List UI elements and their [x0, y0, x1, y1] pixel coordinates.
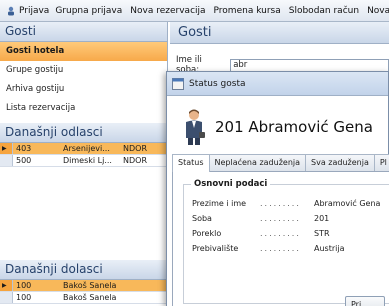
code-cell	[120, 292, 168, 303]
field-label: Prebivalište	[192, 244, 239, 253]
nav-item-lista-rezervacija[interactable]: Lista rezervacija	[0, 99, 167, 118]
group-title: Osnovni podaci	[191, 179, 271, 189]
promena-kursa-label: Promena kursa	[213, 5, 281, 16]
room-cell: 100	[16, 281, 32, 290]
osnovni-podaci-group: Osnovni podaci Prezime i ime ......... A…	[183, 179, 389, 304]
print-button[interactable]: Pri	[345, 296, 385, 306]
nova-label: Nova	[367, 5, 389, 16]
code-cell	[120, 280, 168, 291]
field-row-soba: Soba ......... 201	[192, 214, 329, 223]
nav-item-gosti-hotela[interactable]: Gosti hotela	[0, 42, 167, 61]
tab-neplacena-zaduzenja[interactable]: Neplaćena zaduženja	[208, 154, 307, 171]
gosti-section-header: Gosti	[0, 22, 167, 42]
name-cell: Bakoš Sanela	[63, 293, 117, 302]
field-row-prebivaliste: Prebivalište ......... Austrija	[192, 244, 344, 253]
table-row[interactable]: ▶ 100 Bakoš Sanela	[0, 280, 168, 292]
promena-kursa-button[interactable]: Promena kursa	[211, 2, 284, 20]
slobodan-racun-button[interactable]: Slobodan račun	[286, 2, 362, 20]
room-cell: 100	[16, 293, 32, 302]
name-cell: Bakoš Sanela	[63, 281, 117, 290]
field-value: Austrija	[314, 244, 345, 253]
table-row[interactable]: ▶ 403 Arsenijevi... NDOR	[0, 143, 168, 155]
dialog-title: Status gosta	[189, 78, 246, 89]
prijava-label: Prijava	[19, 5, 50, 16]
left-panel: Gosti Gosti hotela Grupe gostiju Arhiva …	[0, 22, 168, 306]
tab-placanja[interactable]: Pl	[373, 154, 389, 171]
guest-header: 201 Abramović Gena	[181, 108, 373, 146]
nav-item-grupe-gostiju[interactable]: Grupe gostiju	[0, 61, 167, 80]
field-label: Soba	[192, 214, 212, 223]
field-label: Poreklo	[192, 229, 222, 238]
nova-button[interactable]: Nova	[364, 2, 389, 20]
field-value: Abramović Gena	[314, 199, 381, 208]
field-value: STR	[314, 229, 330, 238]
code-cell: NDOR	[123, 144, 147, 153]
tab-status[interactable]: Status	[172, 154, 210, 173]
odlasci-empty-area	[0, 167, 167, 260]
dolasci-section-header: Današnji dolasci	[0, 260, 167, 280]
field-row-poreklo: Poreklo ......... STR	[192, 229, 330, 238]
dialog-body: 201 Abramović Gena Status Neplaćena zadu…	[167, 96, 389, 306]
dot-leader: .........	[260, 199, 301, 208]
slobodan-racun-label: Slobodan račun	[288, 5, 360, 16]
field-row-prezime: Prezime i ime ......... Abramović Gena	[192, 199, 380, 208]
field-value: 201	[314, 214, 330, 223]
odlasci-section-header: Današnji odlasci	[0, 123, 167, 143]
dialog-titlebar[interactable]: Status gosta	[167, 72, 388, 96]
guest-title: 201 Abramović Gena	[215, 118, 373, 136]
search-input[interactable]: abr	[230, 58, 389, 72]
room-cell: 500	[16, 156, 32, 165]
main-toolbar: Prijava Grupna prijava Nova rezervacija …	[0, 0, 389, 22]
status-gosta-dialog: Status gosta 201 Abramović Gena Status N…	[166, 71, 389, 306]
prijava-button[interactable]: Prijava	[3, 2, 52, 20]
row-header-cell	[0, 155, 13, 166]
name-cell: Arsenijevi...	[63, 144, 110, 153]
nova-rezervacija-button[interactable]: Nova rezervacija	[127, 2, 208, 20]
field-label: Prezime i ime	[192, 199, 247, 208]
dolasci-grid: ▶ 100 Bakoš Sanela 100 Bakoš Sanela	[0, 280, 168, 304]
name-cell: Dimeski Lj...	[63, 156, 112, 165]
nova-rezervacija-label: Nova rezervacija	[130, 5, 206, 16]
dot-leader: .........	[260, 214, 301, 223]
tab-sva-zaduzenja[interactable]: Sva zaduženja	[305, 154, 375, 171]
room-cell: 403	[16, 144, 32, 153]
table-row[interactable]: 100 Bakoš Sanela	[0, 292, 168, 304]
row-header-cell	[0, 292, 13, 303]
code-cell: NDOR	[123, 156, 147, 165]
dot-leader: .........	[260, 229, 301, 238]
status-tab-panel: Osnovni podaci Prezime i ime ......... A…	[172, 172, 389, 306]
dialog-tabs: Status Neplaćena zaduženja Sva zaduženja…	[172, 154, 389, 173]
table-row[interactable]: 500 Dimeski Lj... NDOR	[0, 155, 168, 167]
guest-person-icon	[186, 109, 205, 145]
right-panel-header: Gosti	[170, 22, 389, 44]
odlasci-grid: ▶ 403 Arsenijevi... NDOR 500 Dimeski Lj.…	[0, 143, 168, 167]
grupna-prijava-label: Grupna prijava	[55, 5, 123, 16]
nav-item-arhiva-gostiju[interactable]: Arhiva gostiju	[0, 80, 167, 99]
row-indicator-icon: ▶	[0, 280, 13, 291]
dot-leader: .........	[260, 244, 301, 253]
checkin-icon	[8, 6, 14, 15]
window-icon	[172, 77, 184, 90]
row-indicator-icon: ▶	[0, 143, 13, 154]
grupna-prijava-button[interactable]: Grupna prijava	[52, 2, 125, 20]
